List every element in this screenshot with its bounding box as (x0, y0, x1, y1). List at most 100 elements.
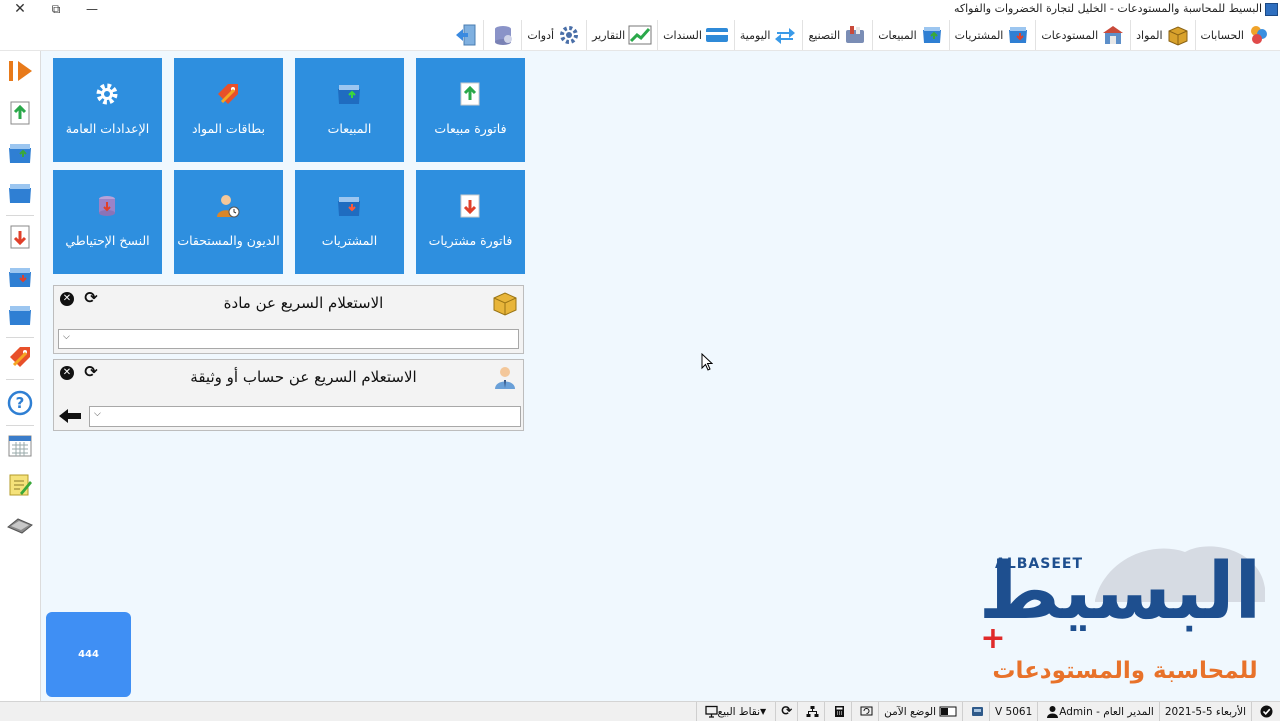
menu-reports[interactable]: التقارير (586, 20, 657, 50)
tile-label: المشتريات (321, 233, 378, 248)
version-text: V 5061 (995, 705, 1033, 718)
status-network[interactable] (797, 702, 824, 721)
tile-debts[interactable]: الديون والمستحقات (174, 170, 283, 274)
quick-query-account-title: الاستعلام السريع عن حساب أو وثيقة (190, 368, 417, 386)
backup-database-icon (99, 196, 115, 216)
status-pos[interactable]: نقاط البيع ▼ (695, 702, 776, 721)
tile-sales-invoice[interactable]: فاتورة مبيعات (416, 58, 525, 162)
user-icon (1047, 706, 1059, 718)
sales-invoice-icon[interactable] (6, 99, 34, 127)
tile-label: فاتورة مشتريات (428, 233, 513, 248)
quick-query-item-title: الاستعلام السريع عن مادة (223, 294, 384, 312)
warehouse-icon (1103, 26, 1124, 44)
caret-down-icon[interactable]: ▼ (760, 707, 766, 716)
counter-value: 444 (78, 649, 99, 660)
menu-purchases[interactable]: المشتريات (948, 20, 1036, 50)
menu-manufacturing-label: التصنيع (808, 28, 841, 42)
safe-mode-text: الوضع الآمن (884, 705, 937, 718)
status-safe-mode[interactable]: الوضع الآمن (878, 702, 962, 721)
minimize-window-button[interactable]: — (74, 0, 110, 20)
connected-check-icon (1260, 705, 1273, 718)
exit-door-icon (456, 24, 476, 46)
refresh-icon[interactable]: ⟳ (781, 704, 792, 719)
tile-label: النسخ الإحتياطي (65, 233, 150, 248)
materials-box-icon (1168, 26, 1188, 46)
materials-box-icon (493, 292, 517, 316)
chevron-down-icon[interactable]: ⌵ (94, 409, 101, 419)
sales-icon (922, 27, 941, 43)
purchase-invoice-icon[interactable] (6, 223, 34, 251)
purchases-icon[interactable] (6, 263, 34, 291)
close-icon[interactable]: ✕ (60, 366, 74, 380)
menu-vouchers-label: السندات (663, 28, 702, 42)
tile-label: الديون والمستحقات (177, 233, 280, 248)
toolbar-separator (6, 379, 34, 380)
item-search-combo[interactable]: ⌵ (58, 329, 519, 349)
purchases-icon (1009, 27, 1028, 43)
material-cards-tag-icon[interactable] (6, 343, 34, 371)
purchases-icon (338, 197, 360, 216)
close-window-button[interactable]: ✕ (2, 0, 38, 20)
sales-icon[interactable] (6, 139, 34, 167)
svg-text:للمحاسبة والمستودعات: للمحاسبة والمستودعات (992, 658, 1257, 684)
menu-sales-label: المبيعات (878, 28, 917, 42)
status-calculator[interactable] (824, 702, 851, 721)
svg-text:البسيط: البسيط (979, 547, 1262, 637)
menu-warehouses[interactable]: المستودعات (1035, 20, 1130, 50)
menu-materials-label: المواد (1136, 28, 1163, 42)
menu-accounts[interactable]: الحسابات (1194, 20, 1276, 50)
collapse-arrow-icon[interactable] (6, 57, 34, 85)
menu-manufacturing[interactable]: التصنيع (802, 20, 872, 50)
status-user: المدير العام - Admin (1037, 702, 1159, 721)
toolbar-separator (6, 215, 34, 216)
menu-warehouses-label: المستودعات (1041, 28, 1099, 42)
menu-journal[interactable]: اليومية (733, 20, 803, 50)
tile-purchase-invoice[interactable]: فاتورة مشتريات (416, 170, 525, 274)
tile-material-cards[interactable]: بطاقات المواد (174, 58, 283, 162)
toggle-switch-icon[interactable] (939, 705, 957, 718)
menu-purchases-label: المشتريات (954, 28, 1004, 42)
materials-blue-box-icon[interactable] (6, 179, 34, 207)
status-refresh[interactable]: ⟳ (775, 702, 797, 721)
date-text: الأربعاء 5-5-2021 (1164, 705, 1246, 718)
close-icon[interactable]: ✕ (60, 292, 74, 306)
menu-vouchers[interactable]: السندات (657, 20, 734, 50)
tile-backup[interactable]: النسخ الإحتياطي (53, 170, 162, 274)
refresh-icon[interactable]: ⟳ (82, 290, 100, 308)
tile-purchases[interactable]: المشتريات (295, 170, 404, 274)
sales-invoice-icon (460, 82, 480, 106)
toolbar-separator (6, 425, 34, 426)
main-menu-bar: الحسابات المواد المستودعات المشتريات الم… (0, 20, 1280, 51)
restore-window-button[interactable]: ⧉ (38, 0, 74, 20)
tile-label: فاتورة مبيعات (434, 121, 507, 136)
menu-sales[interactable]: المبيعات (872, 20, 948, 50)
status-screen[interactable] (851, 702, 878, 721)
tile-sales[interactable]: المبيعات (295, 58, 404, 162)
reports-chart-icon (628, 25, 652, 45)
chevron-down-icon[interactable]: ⌵ (63, 332, 70, 342)
status-version: V 5061 (989, 702, 1037, 721)
calendar-icon[interactable] (6, 431, 34, 459)
menu-database-settings[interactable] (483, 20, 521, 50)
account-search-combo[interactable]: ⌵ (89, 406, 521, 427)
quick-query-account-panel: ✕ ⟳ الاستعلام السريع عن حساب أو وثيقة ⌵ (53, 359, 524, 431)
calculator-icon (835, 706, 845, 717)
network-tree-icon (806, 706, 819, 717)
notes-pencil-icon[interactable] (6, 471, 34, 499)
screen-refresh-icon (860, 706, 873, 716)
counter-box[interactable]: 444 (46, 612, 131, 697)
warehouse-box-icon[interactable] (6, 301, 34, 329)
user-person-icon (495, 367, 515, 389)
back-arrow-icon[interactable] (58, 408, 82, 424)
money-cash-icon[interactable] (6, 511, 34, 539)
tile-general-settings[interactable]: الإعدادات العامة (53, 58, 162, 162)
monitor-icon (704, 705, 718, 718)
menu-tools[interactable]: أدوات (521, 20, 586, 50)
status-database[interactable] (962, 702, 989, 721)
menu-exit[interactable] (446, 20, 483, 50)
quick-query-item-panel: ✕ ⟳ الاستعلام السريع عن مادة ⌵ (53, 285, 524, 354)
menu-materials[interactable]: المواد (1130, 20, 1194, 50)
help-icon[interactable]: ? (6, 389, 34, 417)
vouchers-card-icon (705, 28, 728, 42)
refresh-icon[interactable]: ⟳ (82, 364, 100, 382)
